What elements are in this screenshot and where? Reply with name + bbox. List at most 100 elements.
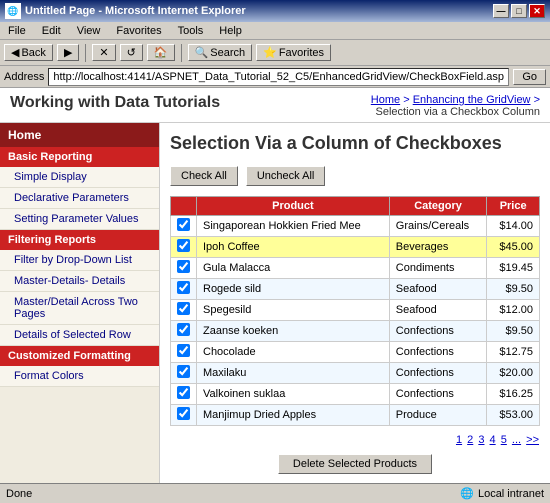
row-category: Seafood — [389, 300, 487, 321]
search-button[interactable]: 🔍 Search — [188, 44, 253, 61]
row-product: Maxilaku — [197, 363, 390, 384]
menu-view[interactable]: View — [73, 24, 105, 38]
sidebar-item-master-detail-two[interactable]: Master/Detail Across Two Pages — [0, 292, 159, 325]
menu-help[interactable]: Help — [215, 24, 246, 38]
col-header-product: Product — [197, 197, 390, 216]
stop-button[interactable]: ✕ — [92, 44, 115, 61]
content-layout: Home Basic Reporting Simple Display Decl… — [0, 123, 550, 483]
menu-tools[interactable]: Tools — [174, 24, 208, 38]
row-price: $45.00 — [487, 237, 540, 258]
search-icon: 🔍 — [195, 46, 209, 59]
row-checkbox-cell — [171, 342, 197, 363]
address-label: Address — [4, 71, 44, 83]
page-4[interactable]: 4 — [490, 434, 496, 446]
breadcrumb-home[interactable]: Home — [371, 94, 400, 106]
breadcrumb: Home > Enhancing the GridView > Selectio… — [371, 94, 540, 118]
row-checkbox-cell — [171, 300, 197, 321]
row-price: $19.45 — [487, 258, 540, 279]
col-header-price: Price — [487, 197, 540, 216]
titlebar-left: 🌐 Untitled Page - Microsoft Internet Exp… — [5, 3, 246, 19]
refresh-button[interactable]: ↺ — [120, 44, 143, 61]
table-row: Spegesild Seafood $12.00 — [171, 300, 540, 321]
row-checkbox[interactable] — [177, 407, 190, 420]
page-next[interactable]: >> — [526, 434, 539, 446]
sidebar-item-filter-dropdown[interactable]: Filter by Drop-Down List — [0, 250, 159, 271]
zone-label: Local intranet — [478, 488, 544, 500]
sidebar-item-declarative[interactable]: Declarative Parameters — [0, 188, 159, 209]
row-category: Condiments — [389, 258, 487, 279]
row-checkbox[interactable] — [177, 281, 190, 294]
maximize-button[interactable]: □ — [511, 4, 527, 18]
window-frame: 🌐 Untitled Page - Microsoft Internet Exp… — [0, 0, 550, 503]
forward-button[interactable]: ▶ — [57, 44, 79, 61]
back-icon: ◀ — [11, 46, 19, 59]
uncheck-all-button[interactable]: Uncheck All — [246, 166, 325, 186]
sidebar-item-master-details[interactable]: Master-Details- Details — [0, 271, 159, 292]
row-price: $12.75 — [487, 342, 540, 363]
row-product: Manjimup Dried Apples — [197, 405, 390, 426]
table-row: Valkoinen suklaa Confections $16.25 — [171, 384, 540, 405]
toolbar: ◀ Back ▶ ✕ ↺ 🏠 🔍 Search ⭐ Favorites — [0, 40, 550, 66]
row-checkbox[interactable] — [177, 344, 190, 357]
favorites-icon: ⭐ — [263, 46, 277, 59]
row-product: Gula Malacca — [197, 258, 390, 279]
window-icon: 🌐 — [5, 3, 21, 19]
sidebar-section-filtering: Filtering Reports — [0, 230, 159, 250]
go-button[interactable]: Go — [513, 69, 546, 85]
status-text: Done — [6, 488, 32, 500]
sidebar-section-customized: Customized Formatting — [0, 346, 159, 366]
table-row: Manjimup Dried Apples Produce $53.00 — [171, 405, 540, 426]
check-all-button[interactable]: Check All — [170, 166, 238, 186]
row-category: Confections — [389, 321, 487, 342]
row-checkbox-cell — [171, 405, 197, 426]
row-checkbox[interactable] — [177, 260, 190, 273]
row-checkbox[interactable] — [177, 218, 190, 231]
row-product: Chocolade — [197, 342, 390, 363]
delete-selected-button[interactable]: Delete Selected Products — [278, 454, 432, 474]
products-table: Product Category Price Singaporean Hokki… — [170, 196, 540, 426]
table-row: Singaporean Hokkien Fried Mee Grains/Cer… — [171, 216, 540, 237]
menu-file[interactable]: File — [4, 24, 30, 38]
row-checkbox[interactable] — [177, 365, 190, 378]
row-checkbox[interactable] — [177, 302, 190, 315]
main-heading: Selection Via a Column of Checkboxes — [170, 133, 540, 154]
check-buttons-row: Check All Uncheck All — [170, 166, 540, 186]
back-button[interactable]: ◀ Back — [4, 44, 53, 61]
table-row: Chocolade Confections $12.75 — [171, 342, 540, 363]
row-category: Confections — [389, 384, 487, 405]
row-price: $53.00 — [487, 405, 540, 426]
favorites-button[interactable]: ⭐ Favorites — [256, 44, 331, 61]
site-title: Working with Data Tutorials — [10, 94, 220, 112]
row-checkbox[interactable] — [177, 386, 190, 399]
page-2[interactable]: 2 — [467, 434, 473, 446]
row-price: $12.00 — [487, 300, 540, 321]
menu-favorites[interactable]: Favorites — [112, 24, 165, 38]
page-5[interactable]: 5 — [501, 434, 507, 446]
pagination: 1 2 3 4 5 ... >> — [170, 434, 540, 446]
row-category: Seafood — [389, 279, 487, 300]
sidebar-item-simple-display[interactable]: Simple Display — [0, 167, 159, 188]
row-checkbox[interactable] — [177, 323, 190, 336]
row-checkbox-cell — [171, 258, 197, 279]
close-button[interactable]: ✕ — [529, 4, 545, 18]
row-checkbox[interactable] — [177, 239, 190, 252]
sidebar-item-format-colors[interactable]: Format Colors — [0, 366, 159, 387]
sidebar-home[interactable]: Home — [0, 123, 159, 147]
sidebar-item-details-selected[interactable]: Details of Selected Row — [0, 325, 159, 346]
page-ellipsis[interactable]: ... — [512, 434, 521, 446]
home-button[interactable]: 🏠 — [147, 44, 175, 61]
page-area: Working with Data Tutorials Home > Enhan… — [0, 88, 550, 483]
table-row: Ipoh Coffee Beverages $45.00 — [171, 237, 540, 258]
toolbar-separator-1 — [85, 44, 86, 62]
row-price: $9.50 — [487, 279, 540, 300]
page-1[interactable]: 1 — [456, 434, 462, 446]
breadcrumb-section[interactable]: Enhancing the GridView — [413, 94, 531, 106]
address-input[interactable] — [48, 68, 509, 86]
row-category: Produce — [389, 405, 487, 426]
sidebar-item-setting-params[interactable]: Setting Parameter Values — [0, 209, 159, 230]
row-checkbox-cell — [171, 363, 197, 384]
menu-edit[interactable]: Edit — [38, 24, 65, 38]
row-product: Zaanse koeken — [197, 321, 390, 342]
minimize-button[interactable]: — — [493, 4, 509, 18]
page-3[interactable]: 3 — [478, 434, 484, 446]
